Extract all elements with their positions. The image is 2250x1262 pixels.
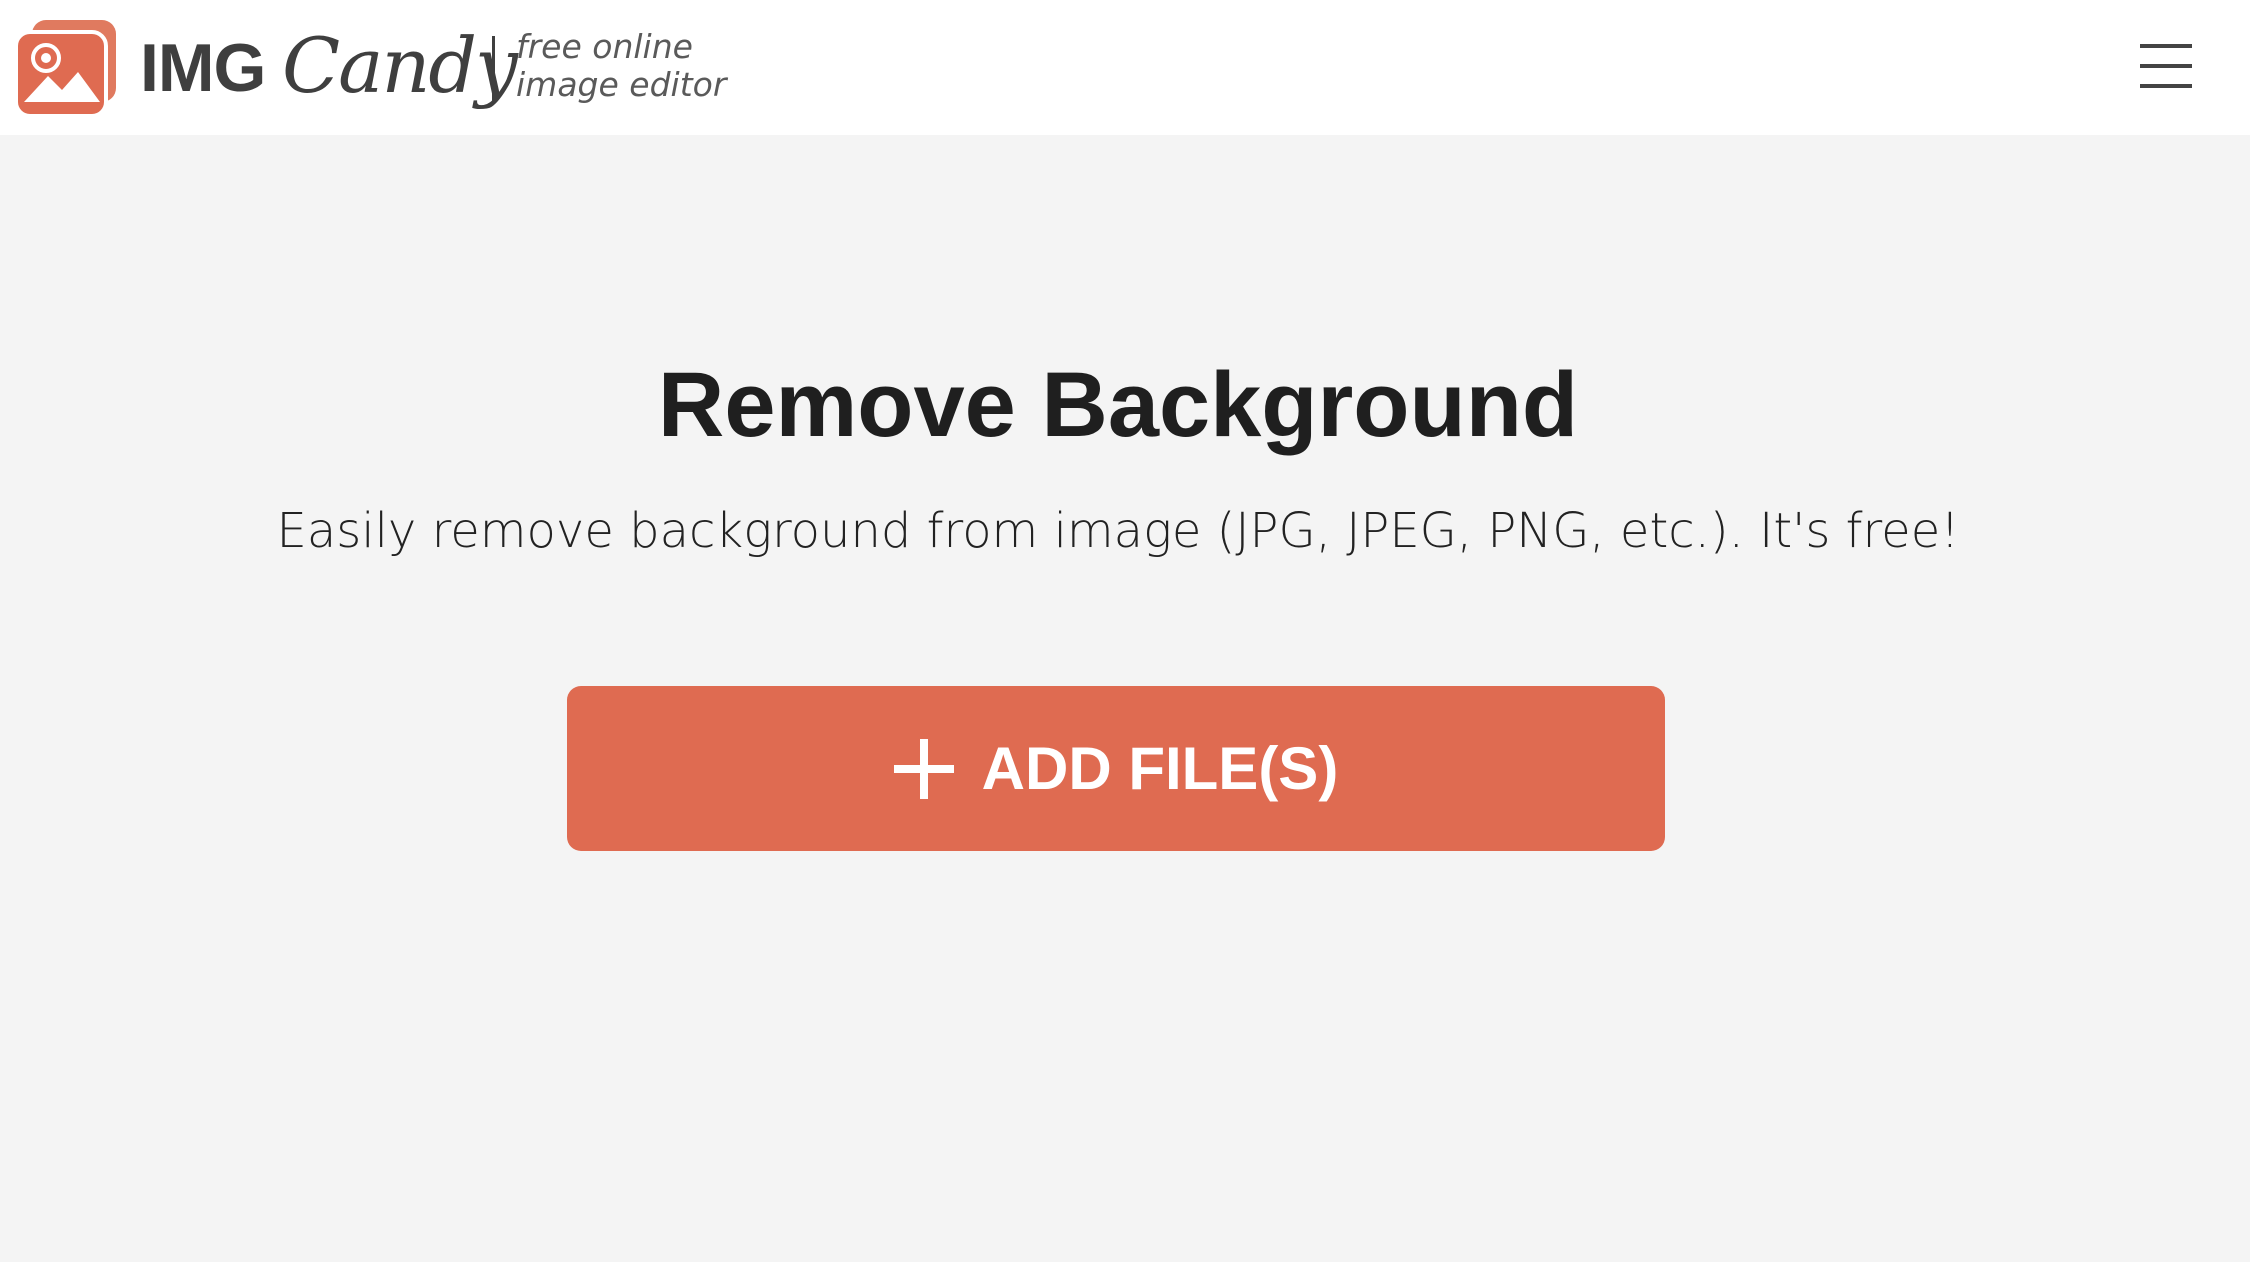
image-swirl-logo-icon <box>14 20 116 118</box>
brand-tagline: free online image editor <box>516 28 726 104</box>
brand-divider <box>492 36 495 102</box>
tagline-line-1: free online <box>516 27 693 66</box>
brand-name-primary: IMG <box>140 30 266 106</box>
site-header: IMG Candy free online image editor <box>0 0 2250 135</box>
page-title: Remove Background <box>657 354 1579 456</box>
menu-bar <box>2140 84 2192 88</box>
add-files-label: ADD FILE(S) <box>981 734 1339 802</box>
menu-bar <box>2140 64 2192 68</box>
main-content: Remove Background Easily remove backgrou… <box>0 135 2250 1262</box>
brand-name-secondary: Candy <box>282 21 518 110</box>
logo-home-link[interactable]: IMG Candy free online image editor <box>14 18 734 118</box>
tagline-line-2: image editor <box>516 65 727 104</box>
menu-bar <box>2140 44 2192 48</box>
hamburger-menu-icon[interactable] <box>2138 40 2194 96</box>
add-files-button[interactable]: ADD FILE(S) <box>567 686 1665 851</box>
page-subtitle: Easily remove background from image (JPG… <box>276 503 1960 559</box>
plus-icon <box>893 738 954 799</box>
